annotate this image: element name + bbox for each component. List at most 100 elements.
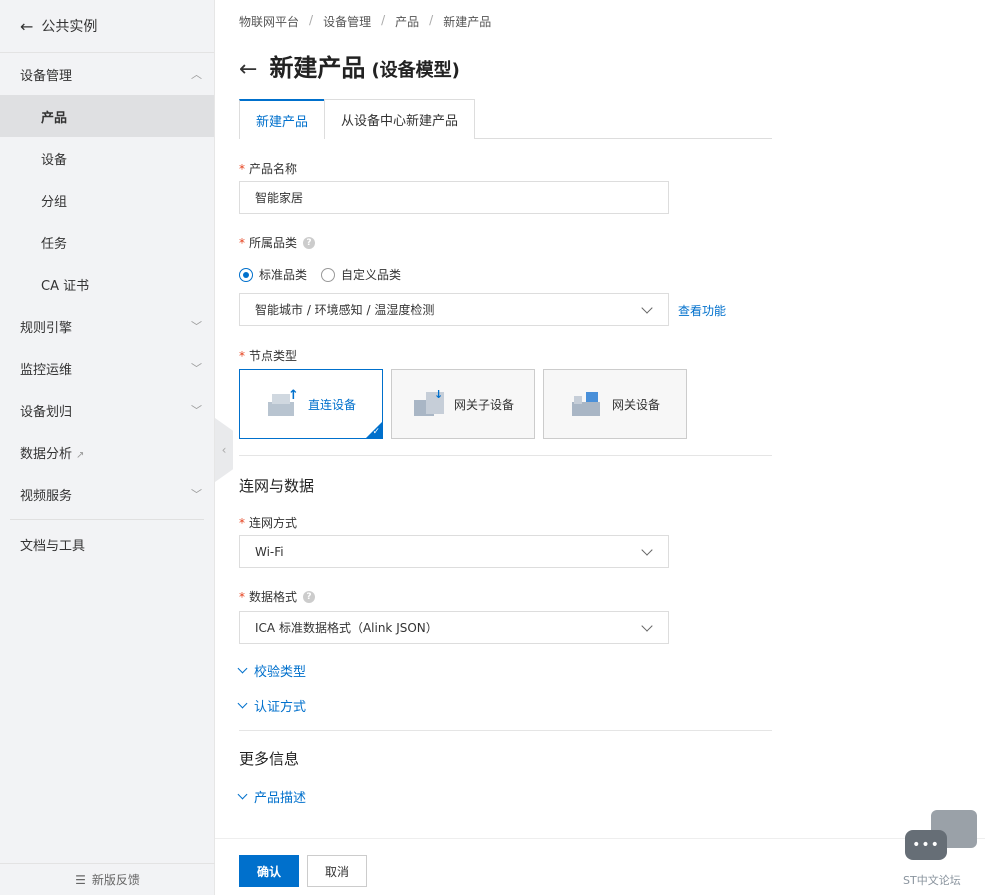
node-type-label: * 节点类型: [239, 347, 297, 364]
category-select[interactable]: 智能城市 / 环境感知 / 温湿度检测: [239, 293, 669, 326]
sidebar-item-ca-cert[interactable]: CA 证书: [0, 263, 214, 305]
node-type-direct-device[interactable]: ↑ 直连设备 ✓: [239, 369, 383, 439]
node-type-cards: ↑ 直连设备 ✓ ↓ 网关子设备 网关设备: [239, 369, 687, 439]
label-text: 连网方式: [249, 516, 298, 530]
required-mark: *: [239, 515, 245, 530]
sidebar-group-label: 监控运维: [20, 362, 73, 378]
data-format-label: * 数据格式 ?: [239, 588, 316, 605]
cancel-button[interactable]: 取消: [307, 855, 367, 887]
chevron-up-icon: ︿: [191, 68, 202, 81]
sidebar-item-task[interactable]: 任务: [0, 221, 214, 263]
required-mark: *: [239, 161, 245, 176]
sidebar: ← 公共实例 设备管理 ︿ 产品 设备 分组 任务 CA 证书 规则引擎 ﹀ 监…: [0, 0, 215, 895]
product-desc-expander[interactable]: 产品描述: [237, 787, 307, 806]
card-label: 网关设备: [611, 397, 660, 412]
sidebar-group-label: 视频服务: [20, 488, 73, 504]
forum-watermark: ••• ST中文论坛: [903, 810, 983, 890]
breadcrumb-item[interactable]: 物联网平台: [239, 13, 299, 30]
label-text: 产品名称: [249, 162, 298, 176]
page-subtitle: (设备模型): [371, 60, 460, 81]
required-mark: *: [239, 348, 245, 363]
section-divider: [239, 455, 772, 456]
chevron-down-icon: [237, 698, 248, 709]
gateway-subdevice-icon: ↓: [412, 388, 446, 418]
label-text: 节点类型: [249, 349, 298, 363]
chevron-down-icon: [641, 619, 653, 632]
chevron-down-icon: [641, 543, 653, 556]
network-method-select[interactable]: Wi-Fi: [239, 535, 669, 568]
label-text: 数据格式: [249, 590, 298, 604]
expander-label: 产品描述: [254, 791, 307, 806]
breadcrumb-separator: /: [429, 13, 434, 27]
card-label: 直连设备: [307, 397, 356, 412]
section-title-more-info: 更多信息: [239, 750, 300, 768]
chevron-down-icon: [641, 301, 653, 314]
help-icon[interactable]: ?: [303, 236, 316, 249]
chevron-down-icon: ﹀: [191, 362, 202, 375]
tab-new-product[interactable]: 新建产品: [239, 99, 326, 139]
card-label: 网关子设备: [453, 397, 514, 412]
page-title: ← 新建产品 (设备模型): [239, 48, 460, 83]
breadcrumb-item-current: 新建产品: [443, 15, 492, 29]
gateway-device-icon: [570, 390, 604, 418]
sidebar-group-label: 规则引擎: [20, 320, 73, 336]
back-label: 公共实例: [41, 19, 98, 35]
radio-label: 自定义品类: [341, 268, 402, 282]
product-name-input[interactable]: 智能家居: [239, 181, 669, 214]
sidebar-group-video-service[interactable]: 视频服务 ﹀: [0, 473, 214, 515]
sidebar-group-label: 设备管理: [20, 68, 73, 84]
required-mark: *: [239, 235, 245, 250]
section-title-network: 连网与数据: [239, 477, 315, 495]
tab-bar: 新建产品 从设备中心新建产品: [239, 99, 772, 139]
chat-bubble-front-icon: •••: [905, 830, 947, 860]
sidebar-item-device[interactable]: 设备: [0, 137, 214, 179]
watermark-text: ST中文论坛: [903, 874, 961, 887]
external-link-icon: ↗: [76, 449, 85, 461]
sidebar-item-product[interactable]: 产品: [0, 95, 214, 137]
chevron-down-icon: [237, 789, 248, 800]
chevron-down-icon: ﹀: [191, 488, 202, 501]
chevron-down-icon: ﹀: [191, 404, 202, 417]
back-to-public-instance[interactable]: ← 公共实例: [0, 0, 214, 53]
sidebar-item-data-analysis[interactable]: 数据分析 ↗: [0, 431, 214, 473]
feedback-label: 新版反馈: [91, 873, 140, 887]
category-label: * 所属品类 ?: [239, 234, 316, 251]
expander-label: 校验类型: [254, 665, 307, 680]
sidebar-item-group[interactable]: 分组: [0, 179, 214, 221]
sidebar-group-device-management[interactable]: 设备管理 ︿: [0, 53, 214, 95]
sidebar-group-label: 设备划归: [20, 404, 73, 420]
back-arrow-icon[interactable]: ←: [239, 57, 257, 82]
tab-from-device-center[interactable]: 从设备中心新建产品: [324, 99, 476, 139]
label-text: 所属品类: [249, 236, 298, 250]
help-icon[interactable]: ?: [303, 590, 316, 603]
feedback-icon: ☰: [75, 872, 86, 887]
select-value: ICA 标准数据格式（Alink JSON）: [255, 621, 438, 635]
select-value: Wi-Fi: [255, 544, 284, 559]
section-divider: [239, 730, 772, 731]
sidebar-group-device-assignment[interactable]: 设备划归 ﹀: [0, 389, 214, 431]
main-content: 物联网平台 / 设备管理 / 产品 / 新建产品 ← 新建产品 (设备模型) 新…: [215, 0, 985, 895]
feedback-button[interactable]: ☰ 新版反馈: [0, 863, 215, 895]
breadcrumb-separator: /: [381, 13, 386, 27]
confirm-button[interactable]: 确认: [239, 855, 299, 887]
radio-unchecked-icon: [321, 267, 336, 282]
breadcrumb-item[interactable]: 产品: [395, 13, 419, 30]
breadcrumb-separator: /: [309, 13, 314, 27]
view-function-link[interactable]: 查看功能: [678, 302, 726, 319]
verify-type-expander[interactable]: 校验类型: [237, 661, 307, 680]
select-value: 智能城市 / 环境感知 / 温湿度检测: [255, 303, 435, 317]
auth-method-expander[interactable]: 认证方式: [237, 696, 306, 715]
node-type-gateway-device[interactable]: 网关设备: [543, 369, 687, 439]
sidebar-group-rules-engine[interactable]: 规则引擎 ﹀: [0, 305, 214, 347]
direct-device-icon: ↑: [266, 388, 300, 418]
sidebar-group-monitoring[interactable]: 监控运维 ﹀: [0, 347, 214, 389]
chevron-down-icon: [237, 663, 248, 674]
radio-label: 标准品类: [259, 268, 308, 282]
breadcrumb-item[interactable]: 设备管理: [323, 13, 371, 30]
radio-standard-category[interactable]: 标准品类: [239, 266, 307, 283]
radio-custom-category[interactable]: 自定义品类: [321, 266, 401, 283]
node-type-gateway-subdevice[interactable]: ↓ 网关子设备: [391, 369, 535, 439]
data-format-select[interactable]: ICA 标准数据格式（Alink JSON）: [239, 611, 669, 644]
sidebar-item-docs-tools[interactable]: 文档与工具: [0, 520, 214, 568]
radio-checked-icon: [239, 267, 253, 282]
